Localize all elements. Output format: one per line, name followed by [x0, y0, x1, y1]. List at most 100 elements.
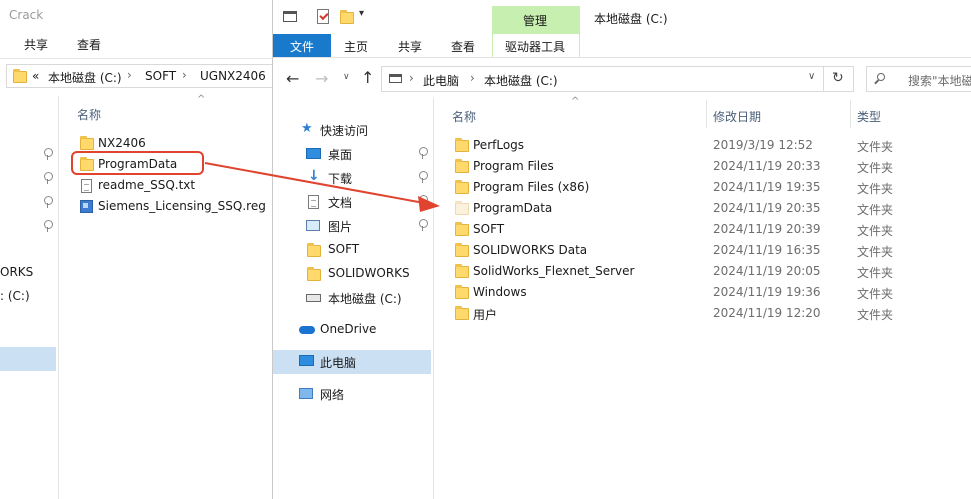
- tab-label: 文件: [290, 40, 315, 54]
- column-label: 类型: [857, 110, 882, 124]
- breadcrumb-chevron-icon: ›: [470, 71, 475, 85]
- back-column-name[interactable]: 名称: [77, 106, 101, 123]
- refresh-button[interactable]: ↻: [824, 66, 854, 92]
- nav-label: SOLIDWORKS: [328, 266, 410, 280]
- tab-home[interactable]: 主页: [344, 38, 368, 55]
- nav-item-soft[interactable]: SOFT: [273, 238, 431, 262]
- tab-view[interactable]: 查看: [451, 38, 475, 55]
- nav-quick-access[interactable]: ★ 快速访问: [273, 118, 431, 142]
- file-name: Siemens_Licensing_SSQ.reg: [98, 199, 266, 213]
- tab-label: 驱动器工具: [505, 40, 566, 54]
- file-modified: 2024/11/19 20:35: [713, 201, 821, 215]
- search-box[interactable]: 搜索"本地磁: [866, 66, 971, 92]
- nav-item-solidworks[interactable]: SOLIDWORKS: [273, 262, 431, 286]
- folder-icon: [307, 243, 321, 257]
- table-row[interactable]: Program Files 2024/11/19 20:33 文件夹: [443, 156, 971, 177]
- file-modified: 2024/11/19 16:35: [713, 243, 821, 257]
- file-modified: 2024/11/19 20:33: [713, 159, 821, 173]
- nav-item-pictures[interactable]: 图片: [273, 214, 431, 238]
- star-icon: ★: [301, 121, 313, 136]
- breadcrumb-segment[interactable]: 本地磁盘 (C:): [484, 72, 558, 89]
- list-item[interactable]: readme_SSQ.txt: [64, 176, 264, 196]
- tab-drive-tools[interactable]: 驱动器工具: [492, 34, 580, 57]
- table-row[interactable]: Windows 2024/11/19 19:36 文件夹: [443, 282, 971, 303]
- back-nav-item-partial[interactable]: ORKS: [0, 265, 33, 279]
- nav-item-documents[interactable]: 文档: [273, 190, 431, 214]
- back-tab-share[interactable]: 共享: [24, 36, 48, 53]
- breadcrumb-overflow[interactable]: «: [32, 69, 39, 83]
- title-bar: ▾ 管理 本地磁盘 (C:): [273, 0, 971, 34]
- highlight-box: [71, 151, 204, 175]
- text-file-icon: [81, 179, 92, 193]
- file-name: PerfLogs: [473, 138, 525, 152]
- tab-share[interactable]: 共享: [398, 38, 422, 55]
- nav-item-downloads[interactable]: ↓ 下载: [273, 166, 431, 190]
- nav-label: 快速访问: [320, 124, 369, 138]
- table-row[interactable]: PerfLogs 2019/3/19 12:52 文件夹: [443, 135, 971, 156]
- pin-icon: [419, 147, 428, 159]
- file-list: PerfLogs 2019/3/19 12:52 文件夹 Program Fil…: [443, 135, 971, 335]
- nav-item-local-disk[interactable]: 本地磁盘 (C:): [273, 286, 431, 310]
- file-modified: 2024/11/19 19:35: [713, 180, 821, 194]
- folder-icon: [455, 138, 469, 152]
- nav-label: SOFT: [328, 242, 360, 256]
- file-type: 文件夹: [857, 203, 894, 217]
- nav-network[interactable]: 网络: [273, 382, 431, 406]
- address-history-dropdown-icon[interactable]: ∨: [808, 71, 815, 82]
- nav-onedrive[interactable]: OneDrive: [273, 318, 431, 342]
- new-folder-icon[interactable]: [340, 10, 354, 24]
- table-row[interactable]: SolidWorks_Flexnet_Server 2024/11/19 20:…: [443, 261, 971, 282]
- list-item[interactable]: Siemens_Licensing_SSQ.reg: [64, 197, 266, 217]
- column-header-modified[interactable]: 修改日期: [707, 100, 850, 128]
- table-row[interactable]: Program Files (x86) 2024/11/19 19:35 文件夹: [443, 177, 971, 198]
- breadcrumb-segment[interactable]: UGNX2406: [200, 69, 266, 83]
- nav-this-pc[interactable]: 此电脑: [273, 350, 431, 374]
- folder-icon: [80, 136, 94, 150]
- file-name: ProgramData: [473, 201, 553, 215]
- file-name: Program Files: [473, 159, 554, 173]
- pin-icon: [419, 195, 428, 207]
- file-modified: 2024/11/19 19:36: [713, 285, 821, 299]
- back-arrow-icon[interactable]: ←: [286, 69, 299, 88]
- breadcrumb-segment[interactable]: 此电脑: [423, 72, 459, 89]
- file-name: Program Files (x86): [473, 180, 590, 194]
- breadcrumb-segment[interactable]: 本地磁盘 (C:): [48, 69, 122, 86]
- nav-label: 本地磁盘 (C:): [328, 292, 402, 306]
- nav-label: 桌面: [328, 148, 353, 162]
- file-type: 文件夹: [857, 182, 894, 196]
- back-window-title: Crack: [9, 8, 44, 22]
- table-row[interactable]: 用户 2024/11/19 12:20 文件夹: [443, 303, 971, 324]
- quick-access-toolbar-icon[interactable]: [283, 11, 297, 22]
- column-header-name[interactable]: 名称 ^: [443, 96, 705, 128]
- file-type: 文件夹: [857, 161, 894, 175]
- back-address-bar[interactable]: « 本地磁盘 (C:) › SOFT › UGNX2406: [6, 64, 272, 88]
- back-ribbon-divider: [0, 58, 272, 59]
- column-header-type[interactable]: 类型: [851, 100, 971, 128]
- search-icon-handle: [874, 79, 879, 85]
- back-nav-selected[interactable]: [0, 347, 56, 371]
- file-type: 文件夹: [857, 245, 894, 259]
- nav-item-desktop[interactable]: 桌面: [273, 142, 431, 166]
- forward-arrow-icon[interactable]: →: [315, 69, 328, 88]
- tab-file[interactable]: 文件: [273, 34, 331, 57]
- customize-toolbar-icon[interactable]: ▾: [359, 8, 364, 19]
- drive-icon: [306, 294, 321, 302]
- picture-icon: [306, 220, 320, 231]
- table-row[interactable]: SOFT 2024/11/19 20:39 文件夹: [443, 219, 971, 240]
- recent-locations-icon[interactable]: ∨: [343, 72, 350, 82]
- nav-label: 图片: [328, 220, 353, 234]
- table-row-programdata[interactable]: ProgramData 2024/11/19 20:35 文件夹: [443, 198, 971, 219]
- context-tab-manage[interactable]: 管理: [492, 6, 580, 34]
- breadcrumb-segment[interactable]: SOFT: [145, 69, 176, 83]
- properties-icon[interactable]: [317, 9, 329, 24]
- file-type: 文件夹: [857, 140, 894, 154]
- breadcrumb-chevron-icon: ›: [182, 68, 187, 82]
- folder-icon: [13, 69, 27, 83]
- back-nav-item-partial[interactable]: : (C:): [0, 289, 30, 303]
- up-arrow-icon[interactable]: ↑: [361, 68, 374, 87]
- breadcrumb-chevron-icon: ›: [127, 68, 132, 82]
- table-row[interactable]: SOLIDWORKS Data 2024/11/19 16:35 文件夹: [443, 240, 971, 261]
- back-tab-view[interactable]: 查看: [77, 36, 101, 53]
- address-bar[interactable]: › 此电脑 › 本地磁盘 (C:) ∨: [381, 66, 824, 92]
- folder-icon: [307, 267, 321, 281]
